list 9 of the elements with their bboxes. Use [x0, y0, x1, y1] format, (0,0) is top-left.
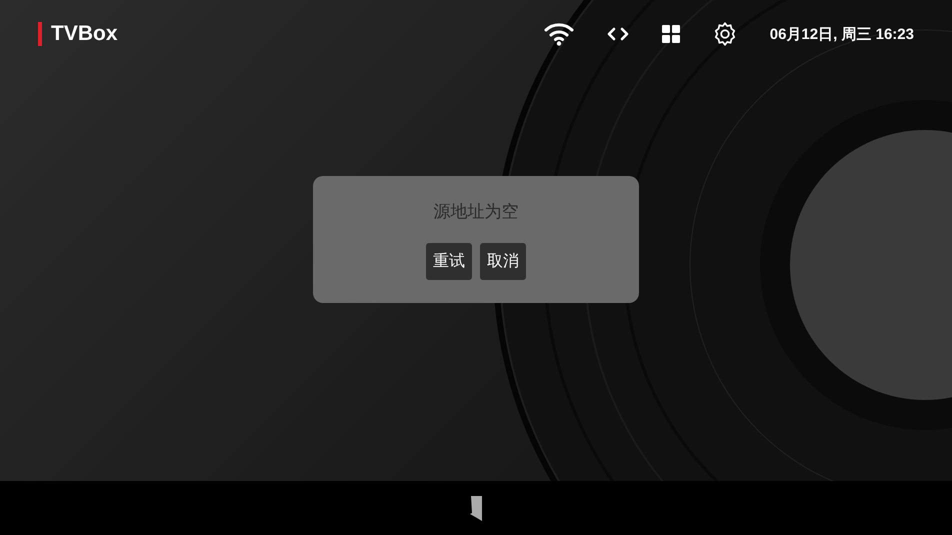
dialog-button[interactable]: 取消	[480, 243, 526, 280]
grid-icon[interactable]	[662, 25, 680, 43]
date-time: 06月12日, 周三 16:23	[770, 24, 914, 44]
wifi-icon[interactable]	[544, 22, 574, 46]
accent-bar	[38, 22, 42, 46]
dialog-message: 源地址为空	[434, 201, 518, 223]
dialog-button[interactable]: 重试	[426, 243, 472, 280]
app-title: TVBox	[51, 22, 118, 46]
code-icon[interactable]	[606, 26, 630, 42]
